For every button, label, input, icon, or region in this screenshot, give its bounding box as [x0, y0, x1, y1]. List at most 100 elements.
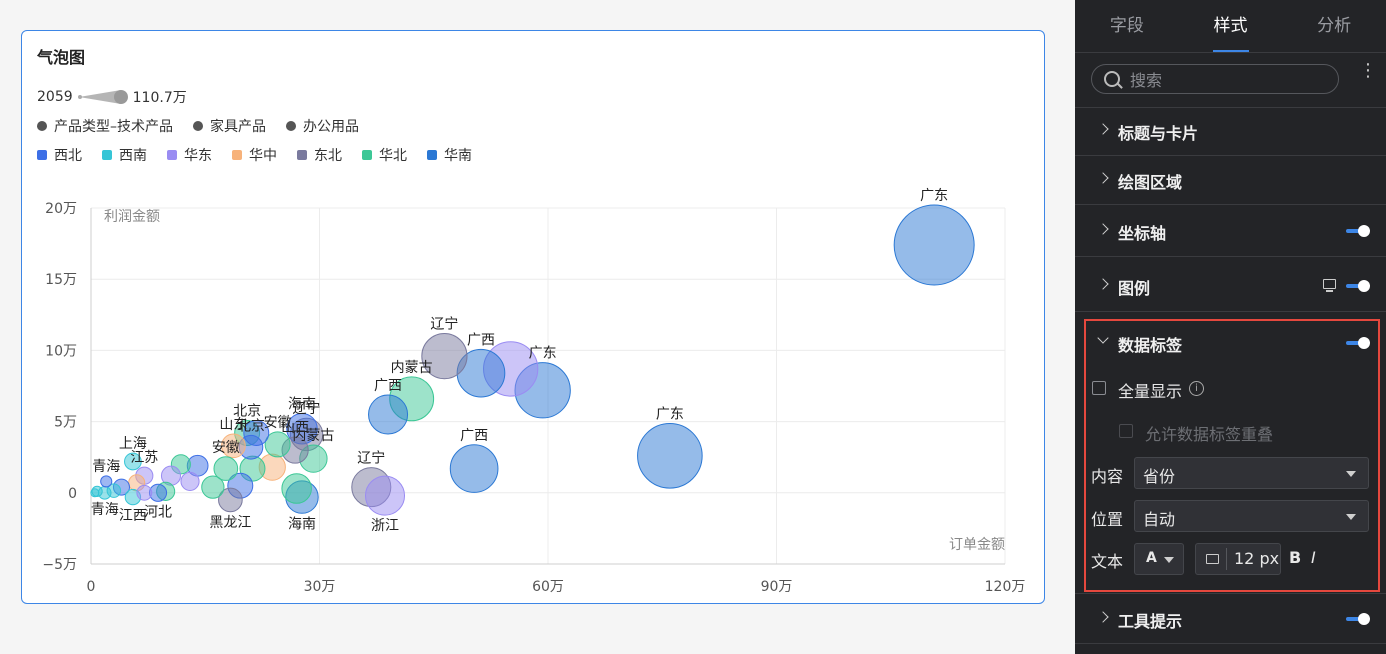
section-legend[interactable]: 图例: [1075, 257, 1386, 312]
monitor-icon: [1206, 554, 1219, 564]
chevron-down-icon: [1097, 332, 1109, 344]
allow-overlap-checkbox[interactable]: [1119, 424, 1133, 438]
font-size-field[interactable]: 12 px: [1195, 543, 1281, 575]
chevron-right-icon: [1097, 172, 1109, 184]
caret-down-icon: [1346, 471, 1356, 477]
info-icon[interactable]: i: [1189, 381, 1204, 396]
chevron-right-icon: [1097, 223, 1109, 235]
section-header[interactable]: 工具提示: [1075, 595, 1386, 643]
bubble[interactable]: [201, 475, 225, 499]
bubble[interactable]: [281, 473, 312, 504]
x-tick-label: 120万: [985, 579, 1026, 595]
more-vertical-icon[interactable]: ⋮: [1359, 62, 1377, 80]
data-label: 江苏: [130, 450, 158, 466]
section-title: 标题与卡片: [1118, 124, 1199, 143]
position-select[interactable]: 自动: [1134, 500, 1369, 532]
chart-card[interactable]: 气泡图 2059 110.7万 产品类型–技术产品 家具产品 办公用品 西北 西南 华东…: [21, 30, 1045, 604]
tab-fields[interactable]: 字段: [1075, 0, 1179, 52]
bubble[interactable]: [364, 475, 406, 516]
data-label: 江西: [119, 508, 147, 524]
content-select-value: 省份: [1143, 467, 1176, 486]
data-label: 海南: [288, 396, 316, 412]
data-label: 海南: [288, 516, 316, 532]
chevron-right-icon: [1097, 611, 1109, 623]
data-label: 河北: [144, 504, 172, 520]
search-icon: [1104, 71, 1120, 87]
x-tick-label: 90万: [761, 579, 793, 595]
divider: [1226, 548, 1227, 570]
section-header[interactable]: 数据标签: [1075, 319, 1386, 367]
show-all-checkbox[interactable]: [1092, 381, 1106, 395]
data-label: 辽宁: [357, 450, 385, 467]
search-box[interactable]: [1091, 64, 1339, 94]
show-all-label: 全量显示: [1118, 382, 1183, 401]
search-input[interactable]: [1128, 69, 1332, 91]
chevron-right-icon: [1097, 278, 1109, 290]
section-header[interactable]: 坐标轴: [1075, 207, 1386, 255]
data-label: 广西: [467, 332, 495, 348]
y-tick-label: 15万: [45, 272, 77, 288]
data-label-toggle[interactable]: [1346, 337, 1370, 349]
section-title: 工具提示: [1118, 612, 1183, 631]
tab-analysis[interactable]: 分析: [1282, 0, 1386, 52]
data-label: 内蒙古: [391, 360, 433, 376]
y-axis-title: 利润金额: [104, 209, 160, 225]
data-label: 广东: [920, 188, 948, 204]
bubble[interactable]: [100, 475, 113, 488]
allow-overlap-label: 允许数据标签重叠: [1145, 425, 1274, 444]
caret-down-icon: [1346, 514, 1356, 520]
bubble[interactable]: [893, 204, 975, 286]
bubble[interactable]: [449, 444, 499, 493]
data-label: 广东: [656, 406, 684, 422]
y-tick-label: 0: [68, 486, 77, 502]
section-axis[interactable]: 坐标轴: [1075, 205, 1386, 257]
y-tick-label: 10万: [45, 343, 77, 359]
y-tick-label: −5万: [42, 557, 77, 573]
data-label: 上海: [119, 436, 147, 452]
font-color-select[interactable]: A: [1134, 543, 1184, 575]
bubble-plot[interactable]: 0 30万 60万 90万 120万−5万05万10万15万20万 利润金额订单金额广东广…: [22, 31, 1044, 603]
section-plot-area[interactable]: 绘图区域: [1075, 156, 1386, 205]
bold-button[interactable]: B: [1289, 548, 1301, 567]
data-label: 青海: [92, 459, 120, 475]
data-label: 浙江: [371, 518, 399, 534]
section-header[interactable]: 标题与卡片: [1075, 107, 1386, 155]
section-title: 绘图区域: [1118, 173, 1183, 192]
bubble[interactable]: [90, 488, 100, 498]
caret-down-icon: [1164, 557, 1174, 563]
section-data-label: 数据标签 全量显示 i 允许数据标签重叠 内容 省份 位置 自动 文本 A 12…: [1075, 312, 1386, 594]
bubble[interactable]: [180, 471, 200, 491]
section-title: 坐标轴: [1118, 224, 1167, 243]
x-tick-label: 30万: [304, 579, 336, 595]
bubble[interactable]: [637, 422, 703, 489]
data-label: 广西: [374, 378, 402, 394]
tab-style[interactable]: 样式: [1179, 0, 1283, 52]
position-select-value: 自动: [1143, 510, 1176, 529]
chevron-right-icon: [1097, 123, 1109, 135]
data-label: 安徽: [264, 415, 292, 431]
bubble[interactable]: [136, 484, 153, 501]
content-label: 内容: [1091, 467, 1124, 486]
section-title: 图例: [1118, 279, 1151, 298]
bubble[interactable]: [368, 394, 409, 435]
position-label: 位置: [1091, 510, 1124, 529]
data-label: 山东: [219, 417, 247, 433]
x-tick-label: 60万: [532, 579, 564, 595]
section-title-card[interactable]: 标题与卡片: [1075, 107, 1386, 156]
tooltip-toggle[interactable]: [1346, 613, 1370, 625]
monitor-icon[interactable]: [1323, 279, 1336, 292]
x-tick-label: 0: [87, 579, 96, 595]
section-tooltip[interactable]: 工具提示: [1075, 594, 1386, 644]
search-row: ⋮: [1075, 53, 1386, 108]
axis-toggle[interactable]: [1346, 225, 1370, 237]
style-panel: 字段 样式 分析 ⋮ 标题与卡片 绘图区域 坐标轴 图例: [1075, 0, 1386, 654]
font-color-icon: A: [1146, 550, 1157, 566]
section-header[interactable]: 绘图区域: [1075, 156, 1386, 204]
content-select[interactable]: 省份: [1134, 457, 1369, 489]
section-header[interactable]: 图例: [1075, 262, 1386, 310]
data-label: 安徽: [212, 440, 240, 456]
legend-toggle[interactable]: [1346, 280, 1370, 292]
data-label: 广东: [529, 346, 557, 362]
text-label: 文本: [1091, 552, 1124, 571]
italic-button[interactable]: I: [1311, 548, 1316, 567]
